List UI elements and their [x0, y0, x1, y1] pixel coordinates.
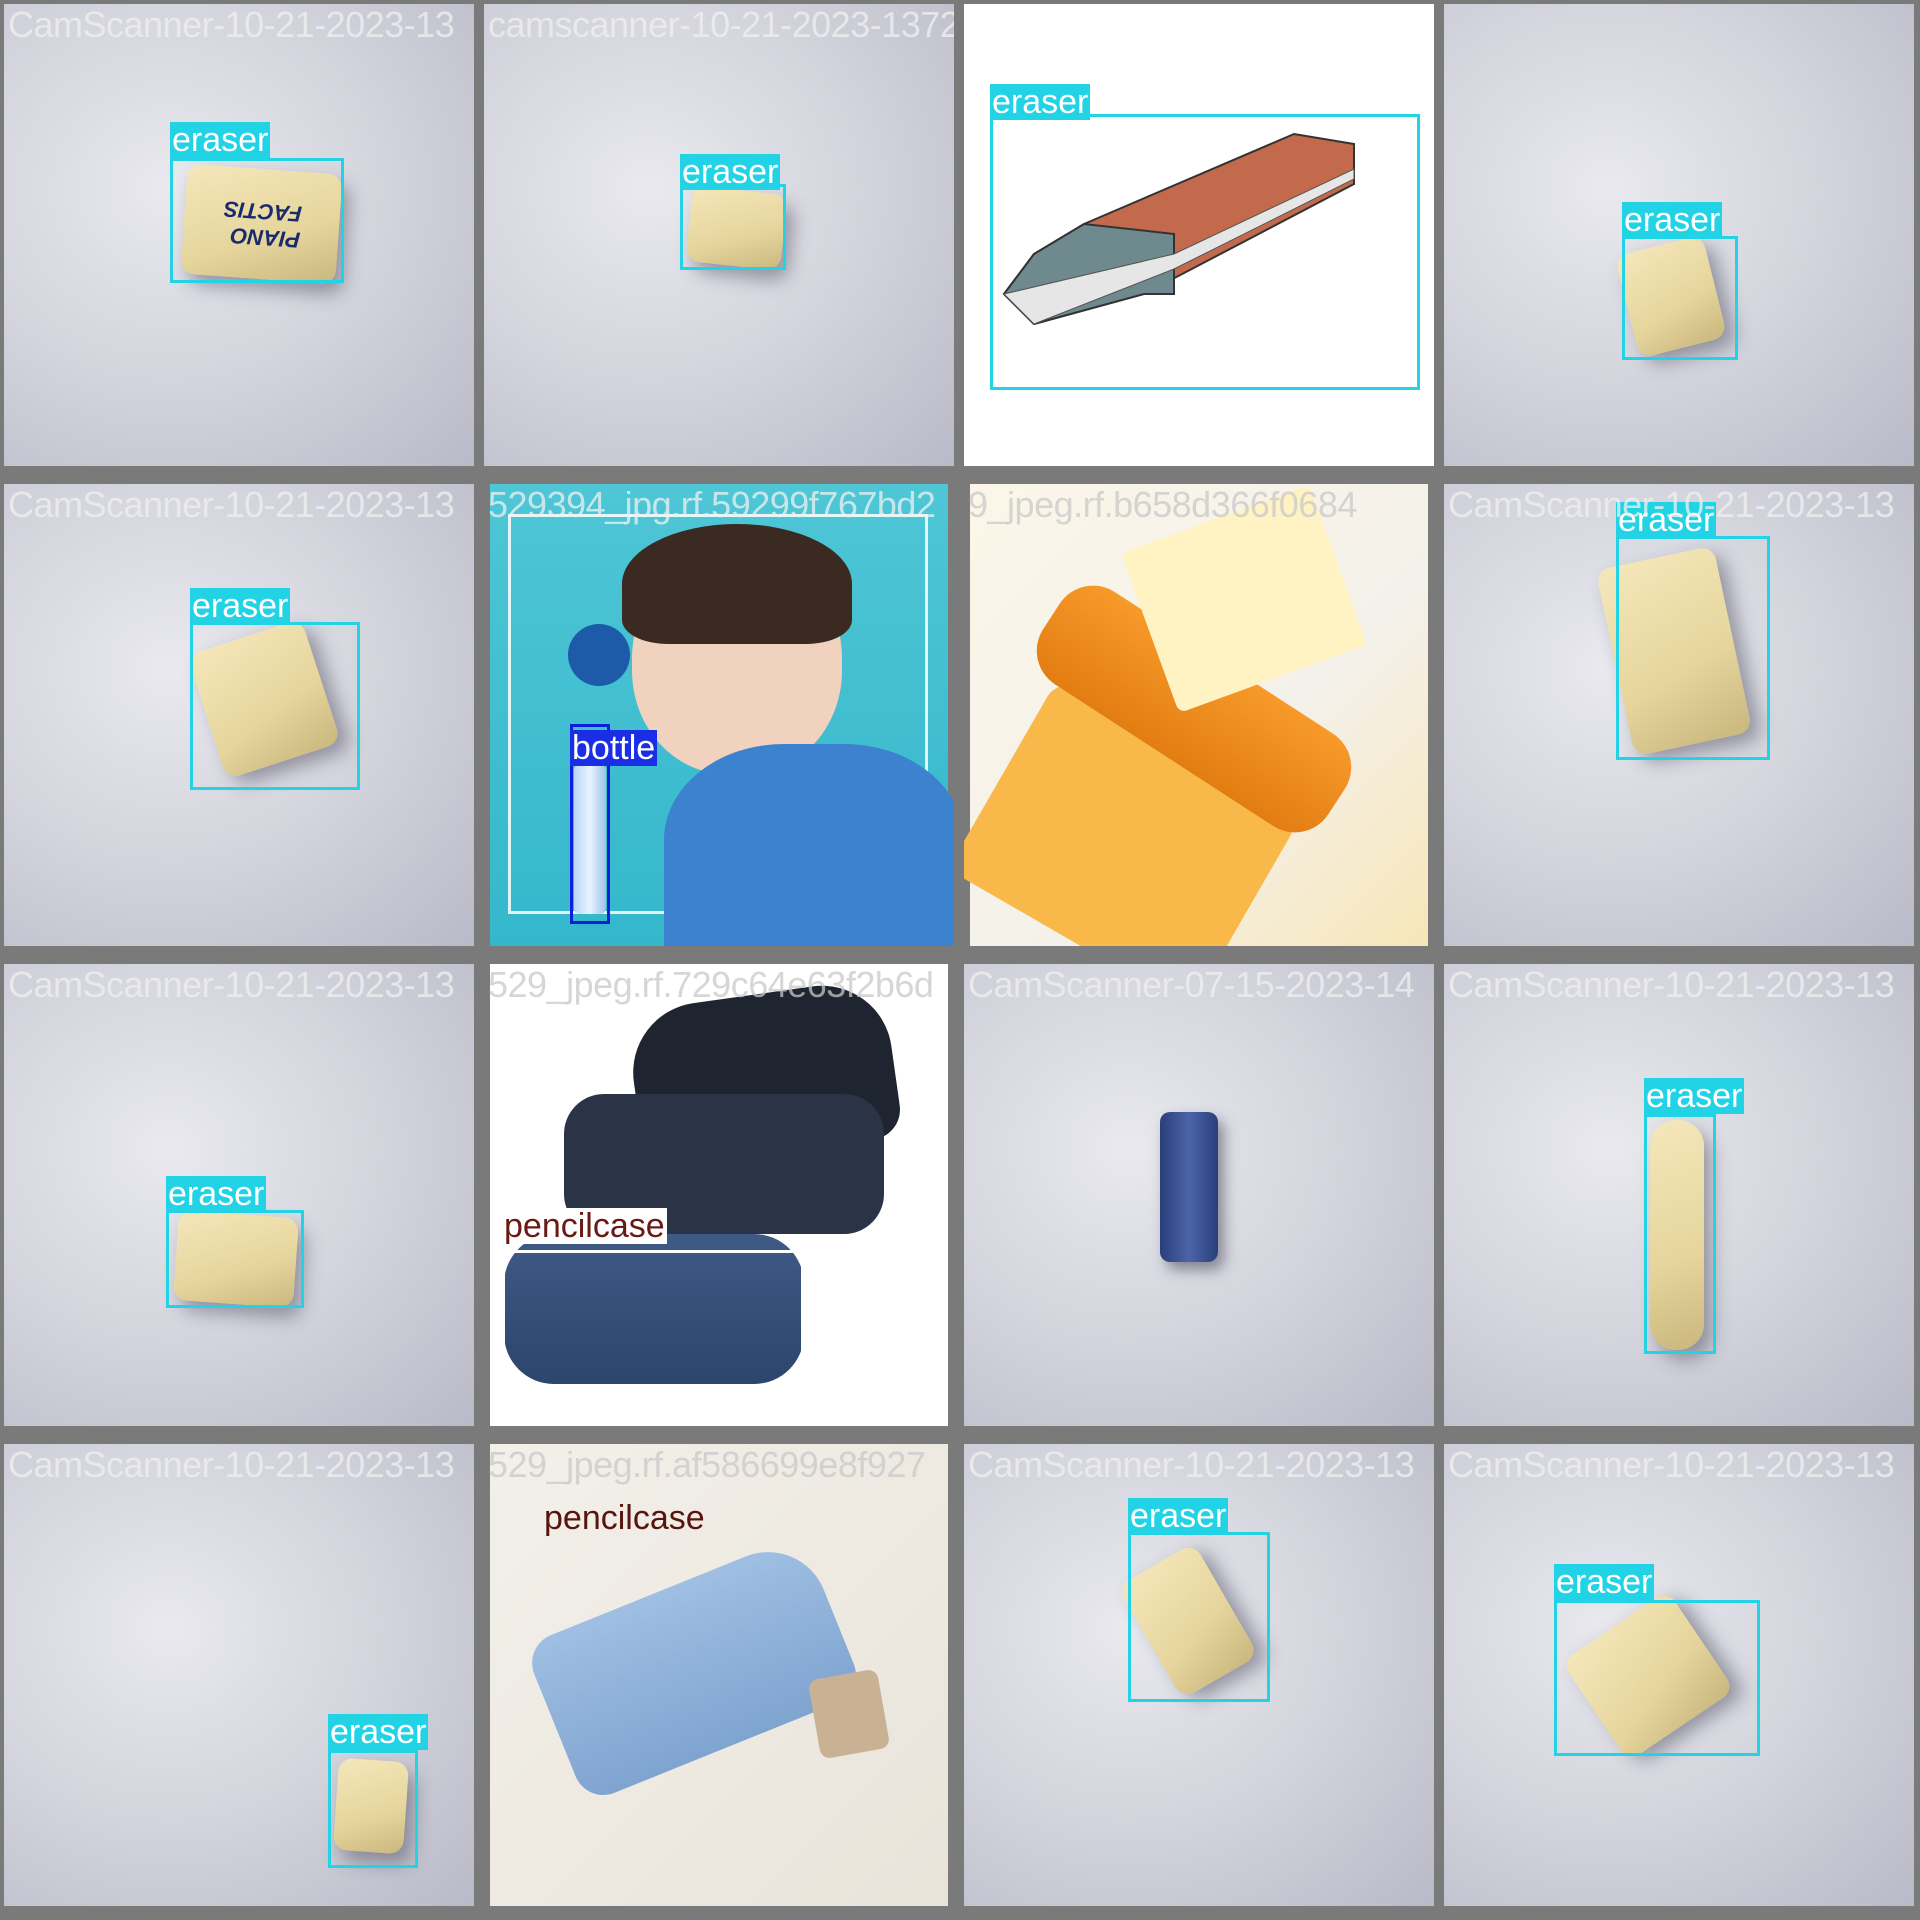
tile-filename: CamScanner-10-21-2023-13 [8, 4, 455, 45]
detection-box [1644, 1114, 1716, 1354]
detection-label: eraser [190, 587, 291, 625]
tile-filename: 529_jpeg.rf.af586699e8f927 [488, 1444, 926, 1485]
detection-box [166, 1210, 304, 1308]
detection-label: eraser [1554, 1563, 1655, 1601]
detection-box [680, 184, 786, 270]
detection-label: pencilcase [502, 1207, 667, 1245]
detection-label: eraser [1622, 201, 1723, 239]
tile-filename: CamScanner-10-21-2023-13 [1448, 964, 1895, 1005]
detection-label: eraser [170, 121, 271, 159]
detection-box [1616, 536, 1770, 760]
tag [807, 1668, 891, 1760]
tile-4: eraser [1444, 4, 1914, 466]
tile-6: 529394_jpg.rf.59299f767bd2 bottle [484, 484, 954, 946]
tile-filename: CamScanner-10-21-2023-13 [8, 964, 455, 1005]
detection-label: eraser [990, 83, 1091, 121]
detection-label: pencilcase [544, 1499, 705, 1537]
person-jacket [664, 744, 954, 946]
tile-filename: 529394_jpg.rf.59299f767bd2 [488, 484, 936, 525]
tile-3: eraser [964, 4, 1434, 466]
detection-box [190, 622, 360, 790]
detection-box [502, 1250, 804, 1410]
tile-filename: 529_jpeg.rf.729c64e63f2b6d [488, 964, 934, 1005]
detection-label: eraser [680, 153, 781, 191]
tile-filename: CamScanner-10-21-2023-13 [968, 1444, 1415, 1485]
tile-9: CamScanner-10-21-2023-13 eraser [4, 964, 474, 1426]
tile-5: CamScanner-10-21-2023-13 eraser [4, 484, 474, 946]
detection-box [1622, 236, 1738, 360]
detection-label: bottle [570, 729, 658, 767]
tile-13: CamScanner-10-21-2023-13 eraser [4, 1444, 474, 1906]
tile-10: 529_jpeg.rf.729c64e63f2b6d pencilcase [484, 964, 954, 1426]
tile-filename: CamScanner-10-21-2023-13 [1448, 1444, 1895, 1485]
tile-filename: CamScanner-07-15-2023-14 [968, 964, 1415, 1005]
detection-box [328, 1750, 418, 1868]
sharpener-object [1160, 1112, 1218, 1262]
person-hair [622, 524, 852, 644]
detection-label: eraser [1128, 1497, 1229, 1535]
detection-label: eraser [1644, 1077, 1745, 1115]
tile-7: 9_jpeg.rf.b658d366f0684 [964, 484, 1434, 946]
detection-box [1128, 1532, 1270, 1702]
tile-filename: CamScanner-10-21-2023-13 [8, 484, 455, 525]
tile-filename: 9_jpeg.rf.b658d366f0684 [968, 484, 1357, 525]
brand-badge [568, 624, 630, 686]
tile-11: CamScanner-07-15-2023-14 [964, 964, 1434, 1426]
tile-filename: CamScanner-10-21-2023-13 [8, 1444, 455, 1485]
detection-label: eraser [328, 1713, 429, 1751]
detection-label: eraser [166, 1175, 267, 1213]
tile-filename: CamScanner-10-21-2023-13 [1448, 484, 1895, 525]
tile-15: CamScanner-10-21-2023-13 eraser [964, 1444, 1434, 1906]
tile-14: 529_jpeg.rf.af586699e8f927 pencilcase [484, 1444, 954, 1906]
tile-filename: camscanner-10-21-2023-13729_5_jpg.rf.f91… [488, 4, 954, 45]
tile-2: camscanner-10-21-2023-13729_5_jpg.rf.f91… [484, 4, 954, 466]
detection-mosaic: CamScanner-10-21-2023-13 PIANO FACTIS er… [0, 0, 1920, 1920]
detection-box [170, 158, 344, 283]
tile-16: CamScanner-10-21-2023-13 eraser [1444, 1444, 1914, 1906]
tile-1: CamScanner-10-21-2023-13 PIANO FACTIS er… [4, 4, 474, 466]
tile-12: CamScanner-10-21-2023-13 eraser [1444, 964, 1914, 1426]
detection-box [990, 114, 1420, 390]
detection-box [1554, 1600, 1760, 1756]
tile-8: CamScanner-10-21-2023-13 eraser [1444, 484, 1914, 946]
